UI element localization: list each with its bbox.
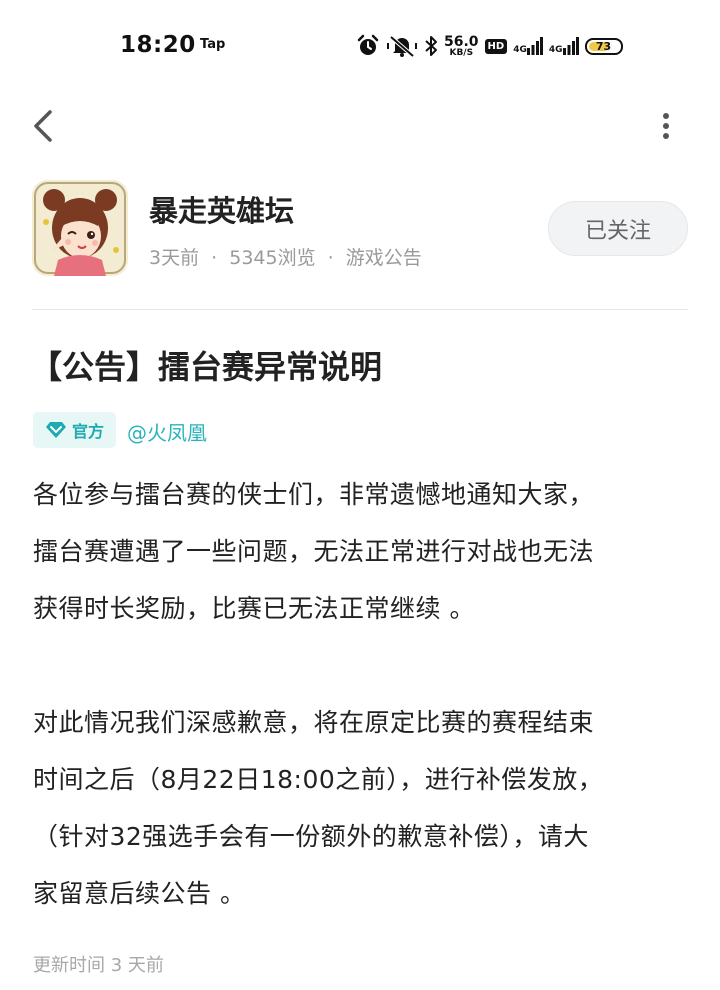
battery-level: 73 xyxy=(595,39,612,53)
signal-2-label: 4G xyxy=(548,45,563,55)
forum-avatar-image xyxy=(32,180,128,276)
status-icons: 56.0 KB/S HD 4G 4G 73 xyxy=(356,30,623,62)
forum-name[interactable]: 暴走英雄坛 xyxy=(149,188,294,230)
signal-1: 4G xyxy=(513,37,543,55)
network-speed-unit: KB/S xyxy=(449,47,474,58)
battery-icon: 73 xyxy=(584,37,623,55)
network-speed: 56.0 KB/S xyxy=(444,35,479,58)
alarm-icon xyxy=(357,34,379,55)
official-badge: 官方 xyxy=(33,412,116,448)
diamond-icon xyxy=(45,422,66,438)
official-label: 官方 xyxy=(71,422,104,441)
signal-2: 4G xyxy=(549,37,579,55)
back-button[interactable] xyxy=(28,104,64,148)
more-vertical-icon xyxy=(663,113,669,139)
bluetooth-icon xyxy=(425,36,437,56)
mute-vibrate-icon xyxy=(387,35,417,58)
status-bar: 18:20 Tap 56.0 KB/S HD 4G 4G 73 xyxy=(0,0,720,92)
hd-badge: HD xyxy=(484,38,508,54)
meta-separator: · xyxy=(211,247,218,269)
post-line: 时间之后（8月22日18:00之前），进行补偿发放， xyxy=(33,765,604,794)
post-line: 对此情况我们深感歉意，将在原定比赛的赛程结束 xyxy=(33,708,595,737)
post-line: 家留意后续公告 。 xyxy=(33,879,246,908)
status-tap-label: Tap xyxy=(200,37,226,52)
post-line: 擂台赛遭遇了一些问题，无法正常进行对战也无法 xyxy=(33,537,595,566)
signal-bars-icon xyxy=(562,37,579,55)
follow-button[interactable]: 已关注 xyxy=(548,201,688,256)
chevron-left-icon xyxy=(34,110,52,142)
update-time: 更新时间 3 天前 xyxy=(33,955,164,976)
divider xyxy=(32,309,688,310)
status-time: 18:20 xyxy=(120,32,196,58)
post-body: 各位参与擂台赛的侠士们，非常遗憾地通知大家， 擂台赛遭遇了一些问题，无法正常进行… xyxy=(33,466,693,922)
post-line: 各位参与擂台赛的侠士们，非常遗憾地通知大家， xyxy=(33,480,595,509)
network-speed-value: 56.0 xyxy=(444,33,479,50)
post-paragraph: 各位参与擂台赛的侠士们，非常遗憾地通知大家， 擂台赛遭遇了一些问题，无法正常进行… xyxy=(33,466,693,637)
post-time-ago: 3天前 xyxy=(149,247,200,269)
post-title: 【公告】擂台赛异常说明 xyxy=(30,348,383,386)
signal-bars-icon xyxy=(526,37,543,55)
signal-1-label: 4G xyxy=(513,45,527,55)
post-meta: 3天前 · 5345浏览 · 游戏公告 xyxy=(149,243,422,270)
post-category[interactable]: 游戏公告 xyxy=(346,247,422,269)
author-link[interactable]: @火凤凰 xyxy=(127,417,207,446)
post-paragraph: 对此情况我们深感歉意，将在原定比赛的赛程结束 时间之后（8月22日18:00之前… xyxy=(33,694,693,922)
more-options-button[interactable] xyxy=(654,108,678,144)
post-line: 获得时长奖励，比赛已无法正常继续 。 xyxy=(33,594,475,623)
meta-separator: · xyxy=(327,247,334,269)
forum-avatar[interactable] xyxy=(32,180,128,276)
post-views: 5345浏览 xyxy=(229,247,316,269)
post-line: （针对32强选手会有一份额外的歉意补偿），请大 xyxy=(33,822,589,851)
